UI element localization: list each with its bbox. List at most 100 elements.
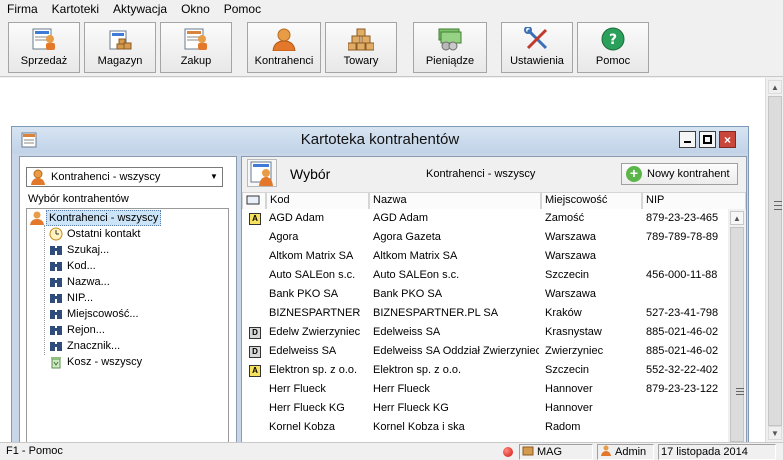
menu-aktywacja[interactable]: Aktywacja [106,0,174,19]
cell-miejscowosc: Warszawa [545,250,596,262]
table-row[interactable]: Herr Flueck KG Herr Flueck KG Hannover [242,399,728,418]
close-icon: × [723,132,731,147]
window-titlebar[interactable]: Kartoteka kontrahentów × [12,127,748,153]
menu-okno[interactable]: Okno [174,0,217,19]
new-contractor-label: Nowy kontrahent [647,168,730,180]
tree-item-label: Znacznik... [67,340,121,352]
cell-nip: 789-789-78-89 [646,231,719,243]
table-row[interactable]: D Edelw Zwierzyniec Edelweiss SA Krasnys… [242,323,728,342]
grip-icon [774,201,782,210]
cell-miejscowosc: Warszawa [545,288,596,300]
contractor-filter-combo[interactable]: Kontrahenci - wszyscy ▼ [26,167,223,187]
person-card-icon [250,161,273,186]
column-header-kod[interactable]: Kod [266,193,369,209]
binoculars-icon [50,342,62,351]
binoculars-icon [50,278,62,287]
settings-button[interactable]: Ustawienia [501,22,573,73]
toolbar: Sprzedaż Magazyn Zakup Kontrahenci Towar… [0,19,783,77]
cell-miejscowosc: Hannover [545,402,593,414]
connection-status-icon [503,447,513,457]
cell-kod: Elektron sp. z o.o. [269,364,358,376]
cell-kod: Kornel Kobza [269,421,336,433]
close-button[interactable]: × [719,131,736,148]
menu-firma[interactable]: Firma [0,0,45,19]
column-header-row: Kod Nazwa Miejscowość NIP [242,192,746,209]
contractors-button[interactable]: Kontrahenci [247,22,321,73]
status-bar: F1 - Pomoc MAG Admin 17 listopada 2014 [0,442,783,460]
cell-nip: 879-23-23-465 [646,212,719,224]
tree-item-label: NIP... [67,292,94,304]
tree-item-label: Miejscowość... [67,308,139,320]
tree-item-label: Nazwa... [67,276,110,288]
table-row[interactable]: A AGD Adam AGD Adam Zamość 879-23-23-465 [242,209,728,228]
binoculars-icon [50,310,62,319]
table-row[interactable]: A Elektron sp. z o.o. Elektron sp. z o.o… [242,361,728,380]
money-icon [438,28,462,51]
table-row[interactable]: Agora Agora Gazeta Warszawa 789-789-78-8… [242,228,728,247]
cell-nazwa: Elektron sp. z o.o. [373,364,462,376]
scroll-up-arrow-icon[interactable]: ▲ [768,80,782,94]
warehouse-icon [522,446,534,456]
status-badge: A [249,213,261,225]
purchase-icon [184,28,207,50]
chevron-down-icon[interactable]: ▼ [208,170,220,184]
scroll-up-arrow-icon[interactable]: ▲ [730,211,744,225]
menu-kartoteki[interactable]: Kartoteki [45,0,106,19]
minimize-icon [684,141,691,143]
combo-value: Kontrahenci - wszyscy [51,171,161,183]
help-button[interactable]: ? Pomoc [577,22,649,73]
left-panel: Kontrahenci - wszyscy ▼ Wybór kontrahent… [19,156,237,444]
table-row[interactable]: Auto SALEon s.c. Auto SALEon s.c. Szczec… [242,266,728,285]
minimize-button[interactable] [679,131,696,148]
contractors-label: Kontrahenci [254,55,314,67]
selection-card-icon[interactable] [247,159,277,187]
status-warehouse: MAG [519,444,593,460]
contractors-table: A AGD Adam AGD Adam Zamość 879-23-23-465… [242,209,728,444]
settings-label: Ustawienia [510,55,564,67]
main-vertical-scrollbar[interactable]: ▲ ▼ [765,78,783,442]
filter-tree: Kontrahenci - wszyscy Ostatni kontakt Sz… [26,208,229,444]
money-label: Pieniądze [425,55,475,67]
cell-miejscowosc: Szczecin [545,269,590,281]
table-row[interactable]: Bank PKO SA Bank PKO SA Warszawa [242,285,728,304]
binoculars-icon [50,294,62,303]
table-row[interactable]: Kornel Kobza Kornel Kobza i ska Radom [242,418,728,437]
goods-button[interactable]: Towary [325,22,397,73]
column-header-miejscowosc[interactable]: Miejscowość [541,193,642,209]
sales-button[interactable]: Sprzedaż [8,22,80,73]
purchase-button[interactable]: Zakup [160,22,232,73]
cell-nip: 879-23-23-122 [646,383,719,395]
status-badge: D [249,346,261,358]
cell-nip: 456-000-11-88 [646,269,718,281]
table-row[interactable]: Altkom Matrix SA Altkom Matrix SA Warsza… [242,247,728,266]
warehouse-button[interactable]: Magazyn [84,22,156,73]
cell-nazwa: Auto SALEon s.c. [373,269,460,281]
person-icon [31,169,45,185]
table-row[interactable]: D Edelweiss SA Edelweiss SA Oddział Zwie… [242,342,728,361]
context-label: Kontrahenci - wszyscy [426,168,536,180]
section-label: Wybór kontrahentów [28,193,129,205]
table-row[interactable]: BIZNESPARTNER BIZNESPARTNER.PL SA Kraków… [242,304,728,323]
cell-kod: BIZNESPARTNER [269,307,361,319]
tree-item-label: Szukaj... [67,244,110,256]
column-header-nip[interactable]: NIP [642,193,746,209]
menu-pomoc[interactable]: Pomoc [217,0,268,19]
column-header-nazwa[interactable]: Nazwa [369,193,541,209]
scroll-thumb[interactable] [730,227,744,442]
money-button[interactable]: Pieniądze [413,22,487,73]
scroll-down-arrow-icon[interactable]: ▼ [768,426,782,440]
right-panel: Wybór Kontrahenci - wszyscy + Nowy kontr… [241,156,747,444]
status-help: F1 - Pomoc [6,445,63,457]
goods-icon [348,28,374,51]
table-vertical-scrollbar[interactable]: ▲ [728,209,746,444]
header-title: Wybór [290,166,331,182]
help-icon: ? [601,27,625,51]
status-user: Admin [597,444,654,460]
column-header-marker[interactable] [242,193,266,209]
cell-kod: Herr Flueck KG [269,402,345,414]
maximize-button[interactable] [699,131,716,148]
status-badge: D [249,327,261,339]
table-row[interactable]: Herr Flueck Herr Flueck Hannover 879-23-… [242,380,728,399]
new-contractor-button[interactable]: + Nowy kontrahent [621,163,738,185]
scroll-thumb[interactable] [768,96,782,426]
